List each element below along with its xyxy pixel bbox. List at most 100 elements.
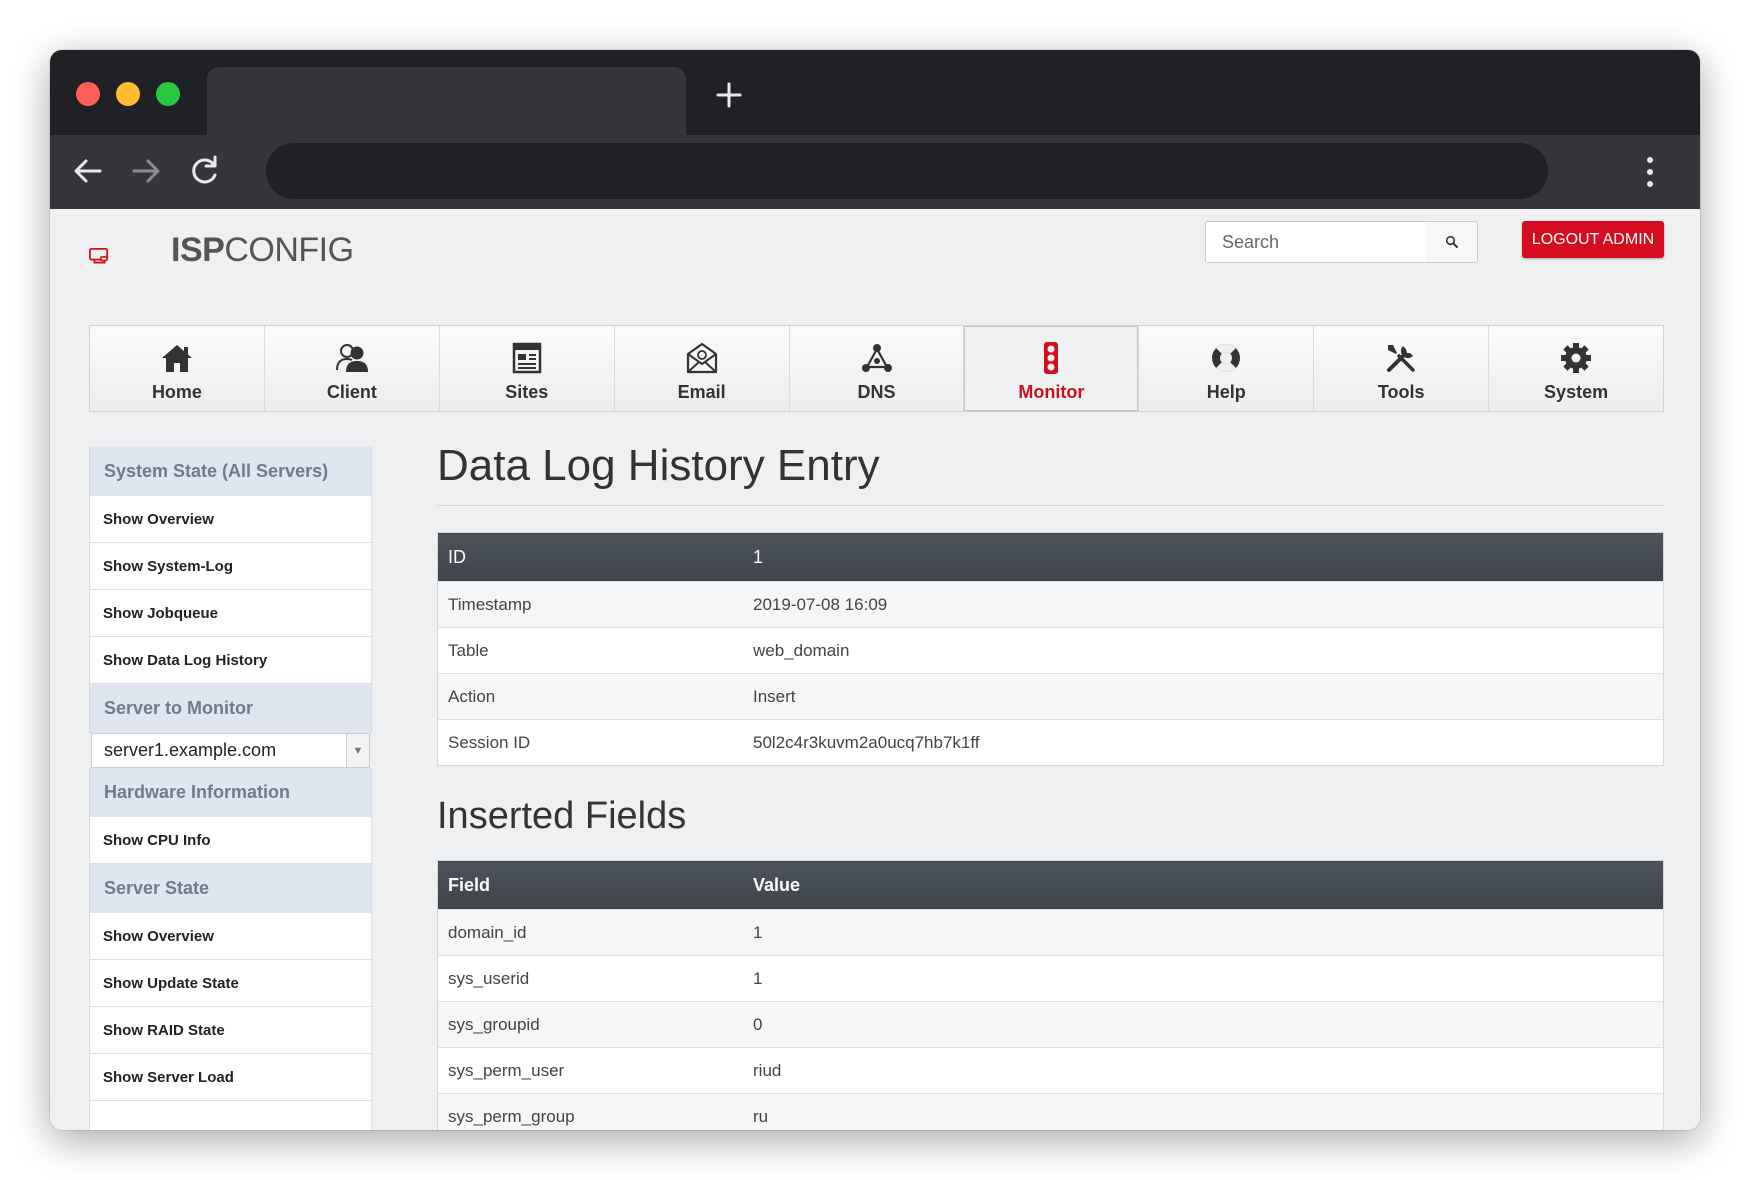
table-row: sys_groupid 0 bbox=[437, 1001, 1664, 1048]
column-header-field: Field bbox=[437, 860, 743, 910]
browser-window: ISPCONFIG LOGOUT ADMIN Home bbox=[50, 50, 1700, 1130]
main-content: Data Log History Entry ID 1 Timestamp 20… bbox=[437, 439, 1664, 1130]
sidebar-item-show-overview[interactable]: Show Overview bbox=[89, 496, 372, 543]
browser-menu-icon[interactable] bbox=[1642, 155, 1658, 189]
column-header-value: Value bbox=[743, 860, 1664, 910]
maximize-window-button[interactable] bbox=[156, 82, 180, 106]
entry-header-label: ID bbox=[437, 532, 743, 582]
entry-label: Action bbox=[437, 673, 743, 720]
sidebar-item-show-system-log[interactable]: Show System-Log bbox=[89, 543, 372, 590]
sidebar-item-show-raid-state[interactable]: Show RAID State bbox=[89, 1007, 372, 1054]
field-name: sys_groupid bbox=[437, 1001, 743, 1048]
logo-isp: ISP bbox=[171, 231, 225, 269]
sidebar-item-show-server-overview[interactable]: Show Overview bbox=[89, 913, 372, 960]
search-button[interactable] bbox=[1426, 221, 1478, 263]
field-value: 1 bbox=[743, 909, 1664, 956]
page: ISPCONFIG LOGOUT ADMIN Home bbox=[50, 209, 1700, 1130]
browser-tab-bar bbox=[50, 50, 1700, 135]
table-row: domain_id 1 bbox=[437, 909, 1664, 956]
field-value: riud bbox=[743, 1047, 1664, 1094]
entry-label: Table bbox=[437, 627, 743, 674]
forward-arrow-icon[interactable] bbox=[128, 153, 164, 189]
sidebar-heading-server-to-monitor: Server to Monitor bbox=[89, 684, 372, 733]
gear-icon bbox=[1561, 343, 1592, 373]
logout-button[interactable]: LOGOUT ADMIN bbox=[1522, 221, 1664, 258]
nav-label: Sites bbox=[505, 382, 549, 402]
nav-item-dns[interactable]: DNS bbox=[789, 326, 965, 411]
sidebar-item-show-server-load[interactable]: Show Server Load bbox=[89, 1054, 372, 1101]
nav-label: DNS bbox=[857, 382, 896, 402]
table-row: Timestamp 2019-07-08 16:09 bbox=[437, 581, 1664, 628]
table-row: sys_perm_user riud bbox=[437, 1047, 1664, 1094]
table-row: Action Insert bbox=[437, 673, 1664, 720]
nav-label: Client bbox=[326, 382, 377, 402]
entry-value: 50l2c4r3kuvm2a0ucq7hb7k1ff bbox=[743, 719, 1664, 766]
email-icon bbox=[686, 342, 717, 374]
sidebar-item-show-data-log-history[interactable]: Show Data Log History bbox=[89, 637, 372, 684]
sidebar-heading-system-state: System State (All Servers) bbox=[89, 447, 372, 496]
nav-item-tools[interactable]: Tools bbox=[1314, 326, 1490, 411]
client-icon bbox=[335, 344, 368, 372]
page-title: Data Log History Entry bbox=[437, 441, 880, 490]
sidebar: System State (All Servers) Show Overview… bbox=[89, 447, 372, 1130]
sidebar-item-show-jobqueue[interactable]: Show Jobqueue bbox=[89, 590, 372, 637]
search-icon bbox=[1445, 235, 1458, 248]
table-row: sys_userid 1 bbox=[437, 955, 1664, 1002]
main-nav: Home Client Sites Email DNS Monitor Help… bbox=[89, 325, 1664, 412]
field-value: ru bbox=[743, 1093, 1664, 1130]
browser-toolbar bbox=[50, 135, 1700, 209]
chevron-down-icon: ▼ bbox=[346, 734, 369, 767]
help-icon bbox=[1212, 344, 1241, 372]
divider bbox=[437, 505, 1664, 506]
fields-table: Field Value domain_id 1 sys_userid 1 sys… bbox=[437, 860, 1664, 1130]
close-window-button[interactable] bbox=[76, 82, 100, 106]
browser-tab[interactable] bbox=[207, 67, 686, 135]
nav-label: Tools bbox=[1377, 382, 1425, 402]
sidebar-item-show-update-state[interactable]: Show Update State bbox=[89, 960, 372, 1007]
server-select[interactable]: server1.example.com ▼ bbox=[91, 733, 370, 768]
sidebar-heading-server-state: Server State bbox=[89, 864, 372, 913]
nav-item-sites[interactable]: Sites bbox=[439, 326, 615, 411]
entry-table-header: ID 1 bbox=[437, 532, 1664, 582]
dns-icon bbox=[861, 344, 892, 372]
nav-item-email[interactable]: Email bbox=[614, 326, 790, 411]
server-select-value: server1.example.com bbox=[104, 740, 277, 760]
section-title-inserted-fields: Inserted Fields bbox=[437, 795, 687, 837]
new-tab-icon[interactable] bbox=[712, 78, 746, 112]
entry-label: Session ID bbox=[437, 719, 743, 766]
nav-item-home[interactable]: Home bbox=[90, 326, 265, 411]
fields-table-header: Field Value bbox=[437, 860, 1664, 910]
nav-label: Help bbox=[1206, 382, 1246, 402]
logo-config: CONFIG bbox=[224, 231, 354, 269]
tools-icon bbox=[1387, 345, 1415, 372]
minimize-window-button[interactable] bbox=[116, 82, 140, 106]
sidebar-item-show-cpu-info[interactable]: Show CPU Info bbox=[89, 817, 372, 864]
nav-label: Monitor bbox=[1018, 382, 1085, 402]
field-value: 1 bbox=[743, 955, 1664, 1002]
entry-value: web_domain bbox=[743, 627, 1664, 674]
reload-icon[interactable] bbox=[186, 153, 222, 189]
entry-header-value: 1 bbox=[743, 532, 1664, 582]
address-bar[interactable] bbox=[266, 143, 1548, 199]
search-input[interactable] bbox=[1205, 221, 1427, 263]
nav-label: Email bbox=[677, 382, 726, 402]
table-row: sys_perm_group ru bbox=[437, 1093, 1664, 1130]
table-row: Table web_domain bbox=[437, 627, 1664, 674]
nav-item-client[interactable]: Client bbox=[264, 326, 440, 411]
nav-item-help[interactable]: Help bbox=[1139, 326, 1315, 411]
sites-icon bbox=[512, 342, 541, 374]
back-arrow-icon[interactable] bbox=[70, 153, 106, 189]
sidebar-heading-hardware: Hardware Information bbox=[89, 768, 372, 817]
table-row: Session ID 50l2c4r3kuvm2a0ucq7hb7k1ff bbox=[437, 719, 1664, 766]
home-icon bbox=[161, 345, 192, 372]
entry-label: Timestamp bbox=[437, 581, 743, 628]
monitor-icon bbox=[1044, 342, 1059, 374]
sidebar-item-more[interactable] bbox=[89, 1101, 372, 1130]
nav-label: Home bbox=[151, 382, 202, 402]
entry-value: 2019-07-08 16:09 bbox=[743, 581, 1664, 628]
nav-item-system[interactable]: System bbox=[1489, 326, 1664, 411]
ispconfig-logo-icon bbox=[89, 247, 109, 264]
field-name: domain_id bbox=[437, 909, 743, 956]
field-value: 0 bbox=[743, 1001, 1664, 1048]
nav-item-monitor[interactable]: Monitor bbox=[964, 326, 1140, 411]
